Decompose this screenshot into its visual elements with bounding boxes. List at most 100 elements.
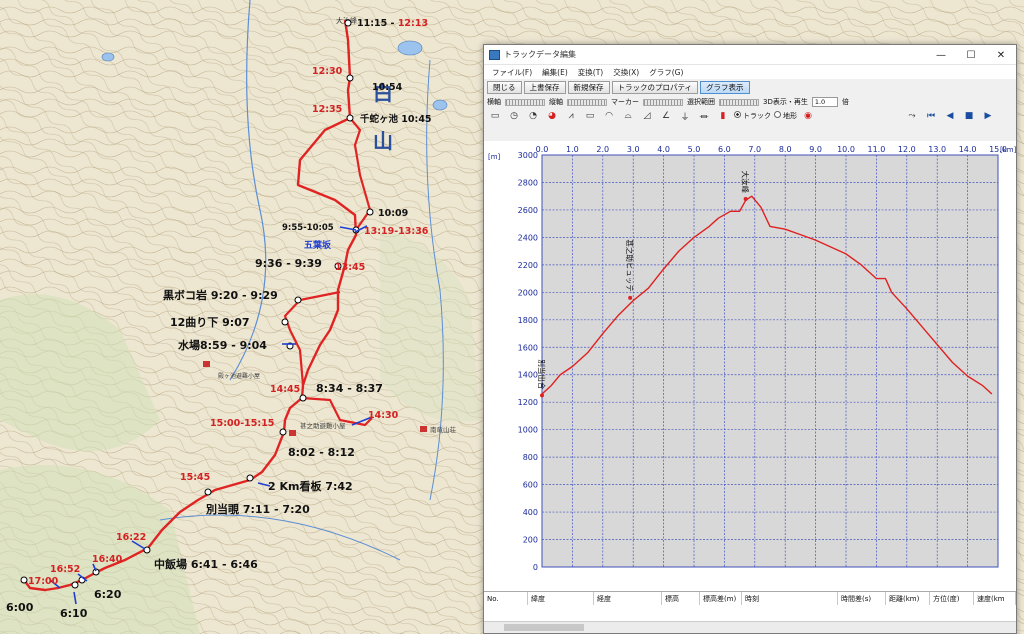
y-tick-label: 2600 [518, 206, 538, 215]
waypoint-label: 6:20 [94, 588, 122, 601]
search-map-icon[interactable]: ◉ [800, 110, 816, 122]
radio-track[interactable]: トラック [734, 111, 771, 121]
line-tool-icon[interactable]: ▭ [487, 110, 503, 122]
rewind-icon[interactable]: ⏮ [923, 110, 939, 122]
column-header[interactable]: 時刻 [742, 592, 838, 605]
column-header[interactable]: 緯度 [528, 592, 594, 605]
y-tick-label: 3000 [518, 151, 538, 160]
playback-speed-field[interactable]: 1.0 [811, 97, 838, 107]
main-toolbar: 閉じる 上書保存 新規保存 トラックのプロパティ グラフ表示 [484, 79, 1016, 96]
y-tick-label: 800 [523, 453, 538, 462]
plug-icon[interactable]: ⏛ [696, 110, 712, 123]
pie-icon[interactable]: ◕ [544, 110, 560, 122]
waypoint-label: 8:02 - 8:12 [288, 446, 355, 459]
y-tick-label: 1200 [518, 398, 538, 407]
waypoint-label: 15:45 [180, 472, 210, 483]
vertical-axis-slider[interactable] [567, 98, 607, 106]
waypoint-label: 17:00 [28, 576, 59, 587]
y-tick-label: 1800 [518, 316, 538, 325]
menu-file[interactable]: ファイル(F) [487, 67, 537, 78]
y-axis-unit: [m] [488, 153, 501, 161]
play-icon[interactable]: ▶ [980, 110, 996, 122]
graph-view-button[interactable]: グラフ表示 [700, 81, 750, 94]
waypoint-label: 16:22 [116, 532, 146, 543]
y-tick-label: 2200 [518, 261, 538, 270]
column-header[interactable]: 時間差(s) [838, 592, 886, 605]
column-header[interactable]: 標高差(m) [700, 592, 742, 605]
x-tick-label: 2.0 [596, 145, 609, 154]
waypoint-label: 13:45 [335, 262, 365, 273]
waypoint-label: 13:19-13:36 [364, 226, 429, 237]
3d-view-label: 3D表示・再生 [763, 98, 808, 106]
annotation-marker [743, 196, 748, 201]
radio-terrain-label: 地形 [783, 112, 797, 120]
waypoint-label: 6:00 [6, 601, 34, 614]
map-text: 山 [373, 129, 393, 153]
menu-graph[interactable]: グラフ(G) [644, 67, 688, 78]
hut-icon [289, 430, 296, 436]
route-icon[interactable]: ⤳ [904, 110, 920, 122]
waypoint-label: 6:10 [60, 607, 88, 620]
column-header[interactable]: 経度 [594, 592, 662, 605]
curve-icon[interactable]: ◠ [601, 110, 617, 122]
map-text: 甚之助避難小屋 [300, 421, 346, 430]
y-tick-label: 200 [523, 536, 538, 545]
close-track-button[interactable]: 閉じる [487, 81, 522, 94]
power-plug-icon[interactable]: ⏚ [677, 110, 693, 123]
overwrite-save-button[interactable]: 上書保存 [523, 81, 566, 94]
waypoint-label: 五葉坂 [304, 239, 332, 251]
track-table-body[interactable] [484, 605, 1016, 633]
time-settings-icon[interactable]: ◔ [525, 110, 541, 122]
map-text: 南竜山荘 [430, 425, 457, 434]
play-back-icon[interactable]: ◀ [942, 110, 958, 122]
radio-terrain[interactable]: 地形 [774, 111, 797, 121]
waypoint-label: 水場8:59 - 9:04 [178, 338, 267, 352]
menu-convert[interactable]: 変換(T) [573, 67, 608, 78]
radio-terrain-indicator[interactable] [774, 111, 781, 118]
menu-edit[interactable]: 編集(E) [537, 67, 573, 78]
slope-icon[interactable]: ◿ [639, 110, 655, 122]
window-title: トラックデータ編集 [504, 50, 576, 59]
waypoint-label: 千蛇ヶ池 10:45 [360, 113, 432, 125]
marker-slider[interactable] [643, 98, 683, 106]
clock-icon[interactable]: ◷ [506, 110, 522, 122]
waypoint-label: 16:40 [92, 554, 123, 565]
smooth-icon[interactable]: ⌓ [620, 110, 636, 122]
minimize-button[interactable]: — [926, 45, 956, 65]
speed-unit-label: 倍 [841, 98, 849, 106]
track-edit-window[interactable]: トラックデータ編集 — ☐ ✕ ファイル(F) 編集(E) 変換(T) 交換(X… [483, 44, 1017, 634]
horizontal-axis-slider[interactable] [505, 98, 545, 106]
radio-track-indicator[interactable] [734, 111, 741, 118]
x-tick-label: 9.0 [809, 145, 822, 154]
angle-icon[interactable]: ∠ [658, 110, 674, 122]
pin-icon[interactable]: ▮ [715, 110, 731, 122]
scrollbar-thumb[interactable] [504, 624, 584, 631]
elevation-chart[interactable]: 0.0 1.0 2.0 3.0 4.0 5.0 6.0 7.0 8.0 9.0 10.0 11.0 12… [484, 141, 1017, 591]
close-button[interactable]: ✕ [986, 45, 1016, 65]
waypoint-label: 2 Km看板 7:42 [268, 479, 353, 493]
x-tick-label: 10.0 [837, 145, 855, 154]
tool-icons-bar: ▭ ◷ ◔ ◕ ⩘ ▭ ◠ ⌓ ◿ ∠ ⏚ ⏛ ▮ トラック 地形 ◉ ⤳ ⏮ … [484, 108, 1016, 124]
waypoint-label: 中飯場 6:41 - 6:46 [154, 557, 258, 571]
title-bar[interactable]: トラックデータ編集 — ☐ ✕ [484, 45, 1016, 65]
column-header[interactable]: 距離(km) [886, 592, 930, 605]
waypoint-label: 12曲り下 9:07 [170, 315, 250, 329]
menu-exchange[interactable]: 交換(X) [608, 67, 644, 78]
x-tick-label: 3.0 [627, 145, 640, 154]
column-header[interactable]: No. [484, 592, 528, 605]
waypoint-label: 14:45 [270, 384, 300, 395]
column-header[interactable]: 速度(km [974, 592, 1016, 605]
elevation-chart-svg[interactable]: 0.0 1.0 2.0 3.0 4.0 5.0 6.0 7.0 8.0 9.0 10.0 11.0 12… [484, 141, 1017, 591]
horizontal-scrollbar[interactable] [484, 621, 1016, 633]
flat-line-icon[interactable]: ▭ [582, 110, 598, 122]
x-tick-label: 7.0 [748, 145, 761, 154]
mountain-profile-icon[interactable]: ⩘ [563, 110, 579, 122]
waypoint-label: 12:30 [312, 66, 343, 77]
save-new-button[interactable]: 新規保存 [567, 81, 610, 94]
column-header[interactable]: 標高 [662, 592, 700, 605]
column-header[interactable]: 方位(度) [930, 592, 974, 605]
maximize-button[interactable]: ☐ [956, 45, 986, 65]
selection-range-slider[interactable] [719, 98, 759, 106]
track-properties-button[interactable]: トラックのプロパティ [611, 81, 699, 94]
stop-icon[interactable]: ■ [961, 110, 977, 122]
